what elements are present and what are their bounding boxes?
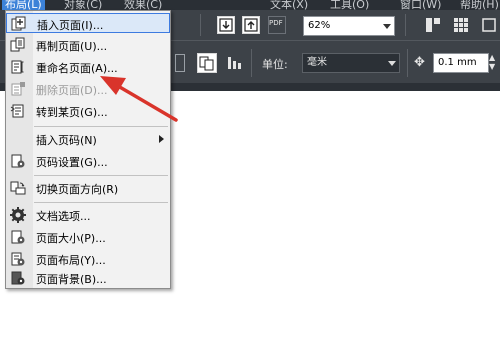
annotation-arrow-shaft [116, 84, 178, 122]
annotation-arrow-head [100, 76, 126, 95]
annotation-arrow [100, 76, 178, 122]
